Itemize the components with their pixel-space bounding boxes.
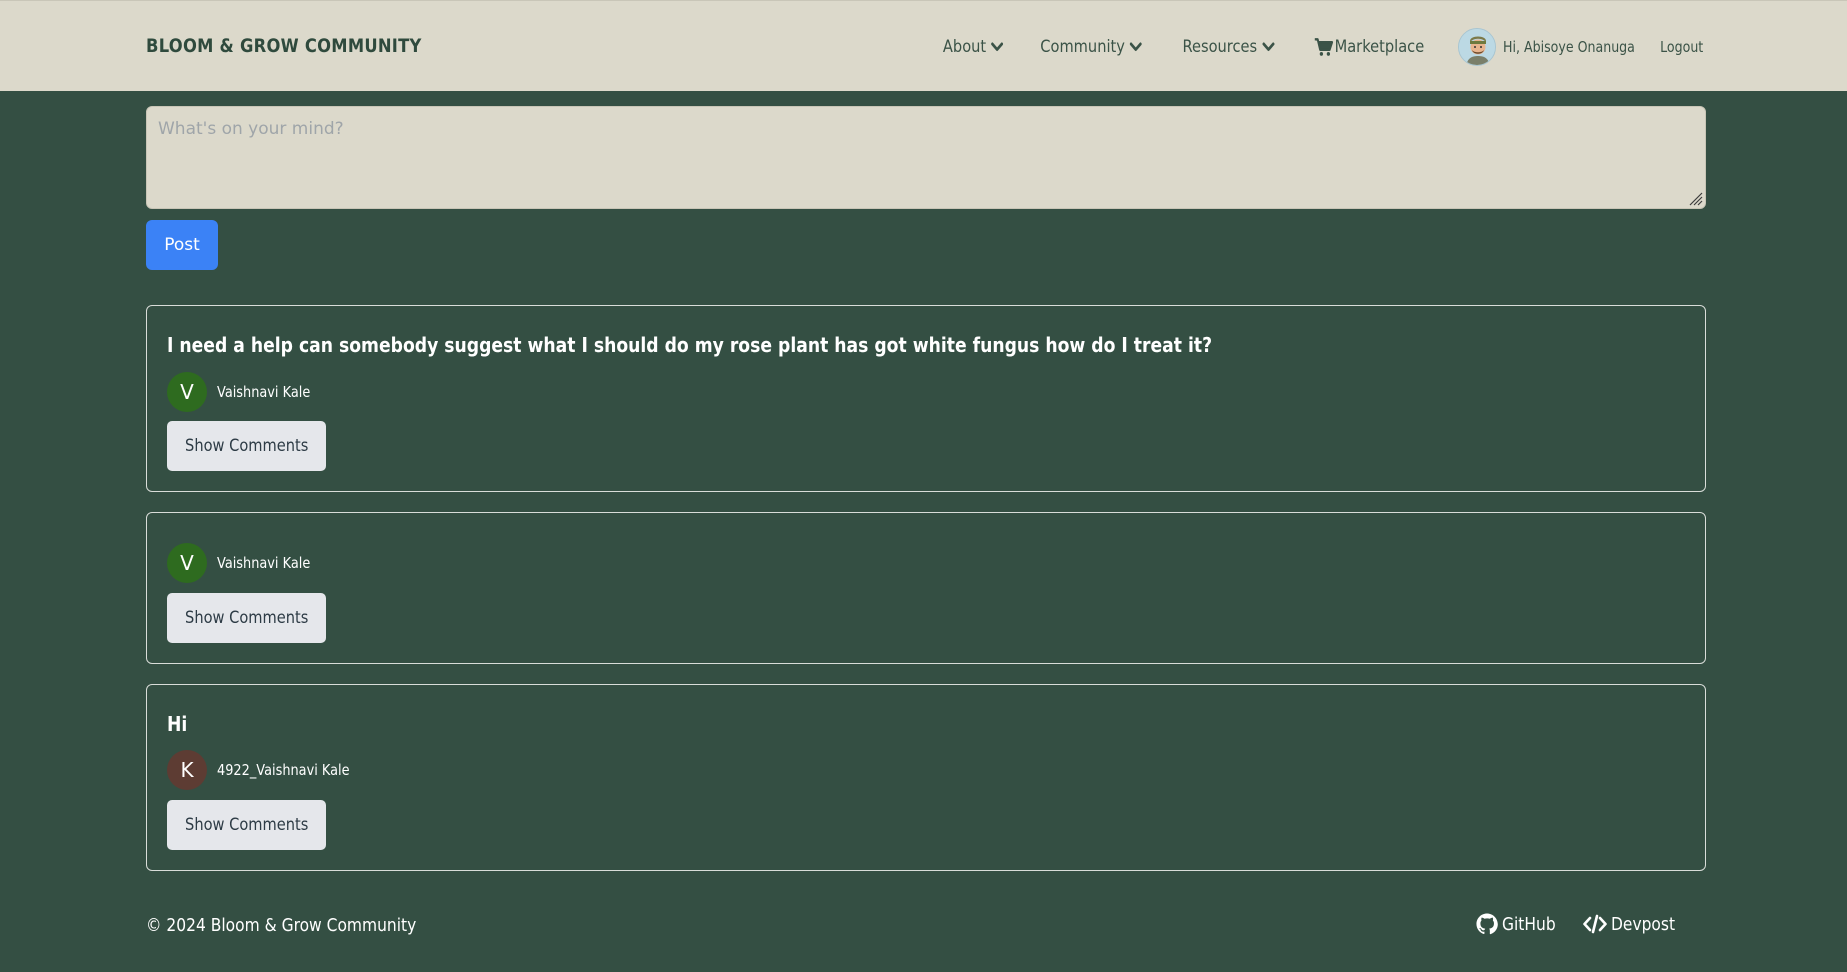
post-author: V Vaishnavi Kale (167, 543, 325, 583)
nav-resources-label: Resources (1182, 37, 1257, 57)
nav-marketplace[interactable]: Marketplace (1314, 37, 1425, 57)
footer-links: GitHub Devpost (1458, 913, 1685, 935)
code-icon (1582, 914, 1607, 934)
nav-about[interactable]: About (942, 37, 1004, 57)
author-avatar: K (167, 750, 207, 790)
post-composer-input[interactable] (146, 106, 1706, 209)
show-comments-button[interactable]: Show Comments (167, 593, 326, 643)
footer-devpost-link[interactable]: Devpost (1582, 913, 1685, 935)
post-author: K 4922_Vaishnavi Kale (167, 750, 371, 790)
logout-link[interactable]: Logout (1660, 38, 1703, 56)
user-greeting: Hi, Abisoye Onanuga (1502, 38, 1635, 56)
nav-community-label: Community (1040, 37, 1126, 57)
github-icon (1476, 913, 1498, 935)
nav-community[interactable]: Community (1040, 37, 1143, 57)
chevron-down-icon (1130, 42, 1143, 51)
show-comments-label: Show Comments (184, 436, 309, 456)
cart-icon (1315, 38, 1334, 56)
chevron-down-icon (991, 42, 1004, 51)
footer-copyright: © 2024 Bloom & Grow Community (146, 915, 417, 936)
resize-handle-icon[interactable] (1685, 188, 1703, 206)
author-name: 4922_Vaishnavi Kale (217, 761, 350, 779)
avatar (1457, 28, 1496, 66)
author-name: Vaishnavi Kale (217, 554, 311, 572)
post-author: V Vaishnavi Kale (167, 372, 325, 412)
post-button[interactable]: Post (146, 220, 218, 270)
nav-about-label: About (942, 37, 987, 57)
author-avatar: V (167, 372, 207, 412)
show-comments-button[interactable]: Show Comments (167, 421, 326, 471)
post-title: Hi (167, 712, 188, 736)
nav-resources[interactable]: Resources (1182, 37, 1274, 57)
footer-devpost-label: Devpost (1610, 913, 1675, 935)
footer-github-label: GitHub (1502, 913, 1556, 935)
post-card: Hi K 4922_Vaishnavi Kale Show Comments (146, 684, 1706, 871)
show-comments-label: Show Comments (184, 608, 309, 628)
post-card: I need a help can somebody suggest what … (146, 305, 1706, 492)
author-name: Vaishnavi Kale (217, 383, 311, 401)
chevron-down-icon (1261, 42, 1274, 51)
user-avatar-icon (1458, 29, 1495, 65)
nav-marketplace-label: Marketplace (1335, 37, 1425, 57)
show-comments-button[interactable]: Show Comments (167, 800, 326, 850)
user-menu[interactable]: Hi, Abisoye Onanuga (1457, 28, 1660, 66)
show-comments-label: Show Comments (184, 815, 309, 835)
footer-github-link[interactable]: GitHub (1476, 913, 1564, 935)
post-title: I need a help can somebody suggest what … (167, 333, 1213, 357)
post-card: V Vaishnavi Kale Show Comments (146, 512, 1706, 664)
nav-menu: About Community Resources Marketplace Hi… (914, 28, 1707, 66)
navbar: BLOOM & GROW COMMUNITY About Community R… (0, 0, 1847, 91)
author-avatar: V (167, 543, 207, 583)
brand-logo[interactable]: BLOOM & GROW COMMUNITY (146, 35, 422, 57)
